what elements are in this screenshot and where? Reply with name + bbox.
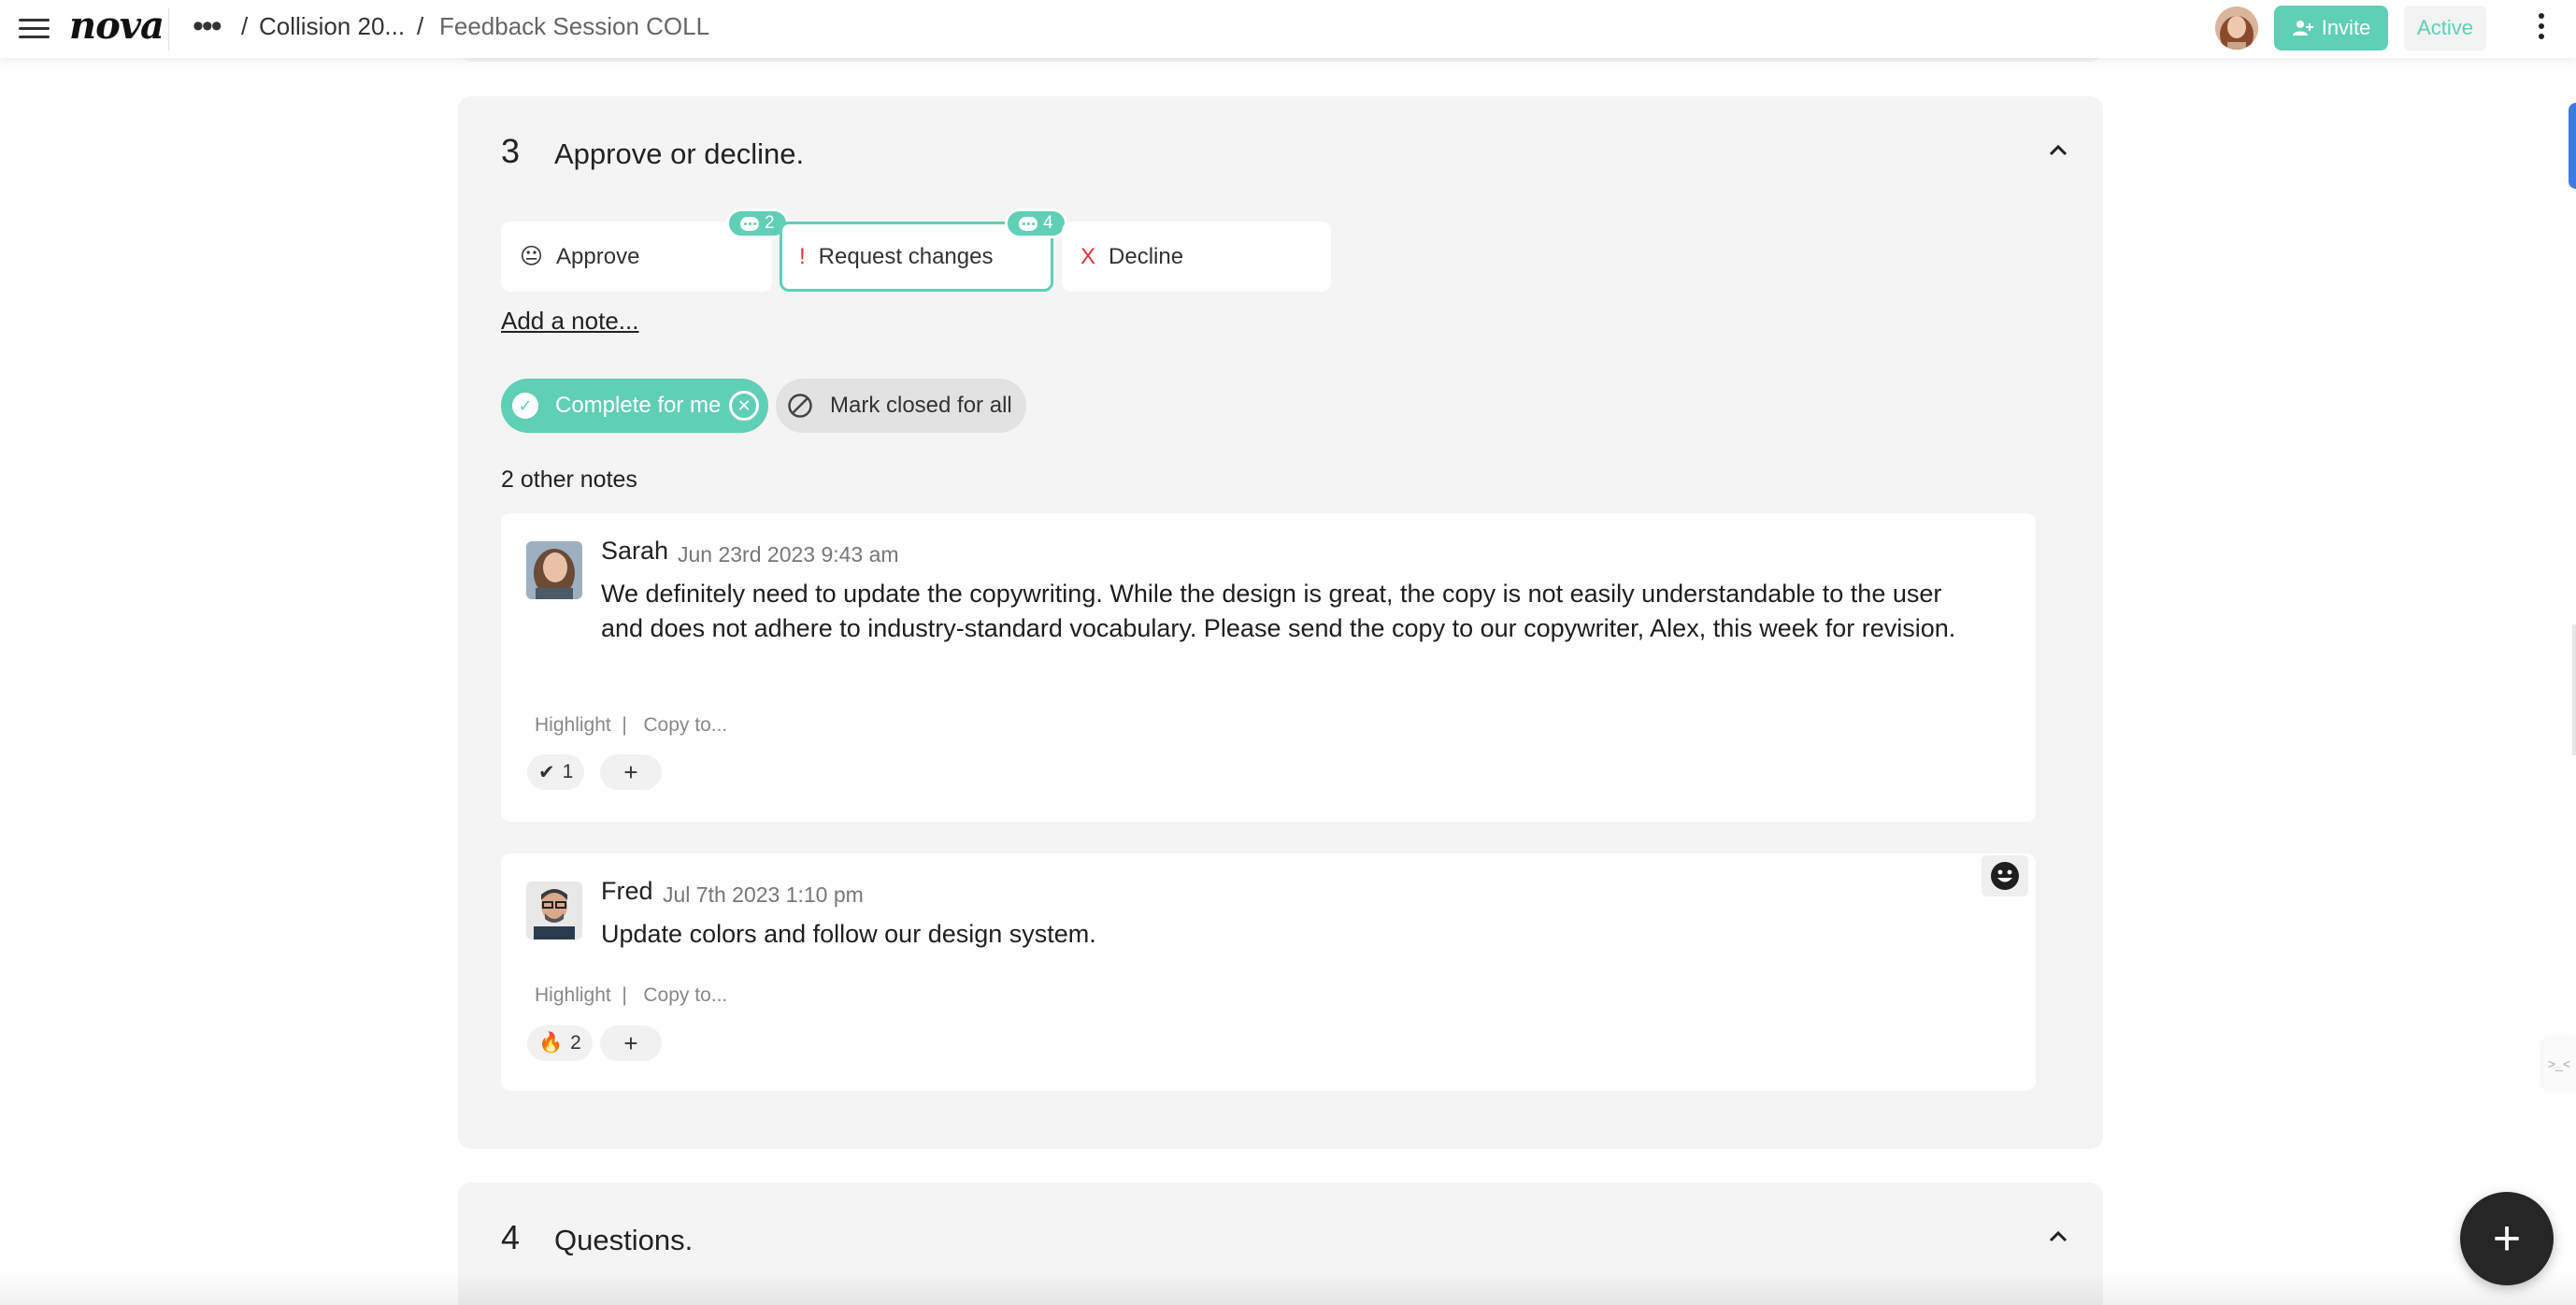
comment-icon	[740, 216, 759, 231]
comment-count: 2	[765, 213, 775, 233]
avatar	[526, 882, 582, 939]
option-label: Approve	[556, 243, 640, 269]
menu-icon[interactable]	[19, 16, 50, 40]
divider	[168, 7, 169, 50]
invite-button[interactable]: Invite	[2274, 6, 2388, 50]
section-title: Questions.	[554, 1224, 694, 1256]
breadcrumb-project[interactable]: Collision 20...	[259, 12, 405, 41]
neutral-face-icon: 😐	[520, 244, 544, 269]
collapse-chevron-icon[interactable]	[2047, 139, 2069, 162]
scroll-indicator[interactable]	[2569, 103, 2576, 189]
comment-count: 4	[1043, 213, 1053, 233]
reaction-chip[interactable]: 🔥 2	[527, 1025, 593, 1061]
ban-icon	[788, 394, 812, 418]
option-label: Decline	[1109, 243, 1184, 269]
smiley-icon	[1991, 862, 2019, 890]
comment-count-badge[interactable]: 4	[1005, 208, 1067, 238]
add-reaction-button[interactable]: +	[600, 754, 662, 790]
fire-icon: 🔥	[538, 1032, 564, 1054]
option-label: Request changes	[818, 243, 994, 269]
copy-to-link[interactable]: Copy to...	[643, 714, 727, 736]
add-user-icon	[2292, 21, 2313, 36]
note-card: Fred Jul 7th 2023 1:10 pm Update colors …	[501, 853, 2036, 1091]
app-logo[interactable]: nova	[69, 4, 165, 48]
actions-separator: |	[622, 984, 627, 1006]
add-fab-button[interactable]: +	[2460, 1192, 2554, 1285]
close-icon[interactable]: ✕	[729, 391, 759, 421]
comment-icon	[1019, 216, 1038, 231]
section-number: 3	[501, 132, 521, 170]
note-timestamp: Jul 7th 2023 1:10 pm	[663, 882, 864, 907]
collapse-chevron-icon[interactable]	[2047, 1226, 2069, 1248]
section-approve-decline: 3 Approve or decline. 😐 Approve 2 ! Requ…	[458, 96, 2103, 1149]
highlight-link[interactable]: Highlight	[535, 714, 611, 736]
actions-separator: |	[622, 714, 627, 736]
note-author: Sarah	[601, 537, 669, 565]
breadcrumb-current: Feedback Session COLL	[439, 12, 710, 40]
note-actions: Highlight | Copy to...	[535, 714, 727, 737]
reaction-count: 2	[570, 1032, 581, 1054]
check-icon: ✓	[512, 393, 538, 419]
side-panel-tab[interactable]: >_<	[2542, 1038, 2576, 1090]
user-avatar[interactable]	[2215, 7, 2258, 50]
note-author: Fred	[601, 877, 653, 905]
note-body: We definitely need to update the copywri…	[601, 580, 1956, 642]
add-reaction-button[interactable]: +	[600, 1025, 662, 1061]
more-options-icon[interactable]: •••	[193, 10, 222, 42]
section-number: 4	[501, 1218, 521, 1256]
reaction-chip[interactable]: ✔ 1	[527, 754, 585, 790]
note-body: Update colors and follow our design syst…	[601, 920, 1096, 948]
exclamation-icon: !	[799, 243, 806, 269]
section-title: Approve or decline.	[554, 137, 805, 170]
avatar	[526, 541, 582, 599]
highlight-link[interactable]: Highlight	[535, 984, 611, 1006]
complete-label: Complete for me	[555, 393, 722, 418]
copy-to-link[interactable]: Copy to...	[643, 984, 727, 1006]
decline-option[interactable]: X Decline	[1062, 222, 1331, 292]
x-icon: X	[1080, 243, 1096, 269]
complete-for-me-button[interactable]: ✓ Complete for me ✕	[501, 379, 768, 433]
reaction-count: 1	[562, 761, 574, 782]
breadcrumb-separator: /	[417, 12, 424, 40]
emoji-picker-icon[interactable]	[1982, 855, 2028, 896]
note-timestamp: Jun 23rd 2023 9:43 am	[678, 542, 899, 566]
kebab-menu-icon[interactable]	[2537, 13, 2546, 45]
note-card: Sarah Jun 23rd 2023 9:43 am We definitel…	[501, 513, 2036, 822]
add-note-link[interactable]: Add a note...	[501, 307, 638, 336]
mark-closed-button[interactable]: Mark closed for all	[776, 379, 1026, 433]
status-badge[interactable]: Active	[2404, 6, 2486, 50]
section-questions: 4 Questions.	[458, 1183, 2103, 1305]
mark-closed-label: Mark closed for all	[830, 393, 1012, 418]
other-notes-heading: 2 other notes	[501, 466, 637, 493]
scrollbar-thumb[interactable]	[2572, 624, 2576, 755]
note-actions: Highlight | Copy to...	[535, 984, 727, 1007]
top-bar: nova ••• / Collision 20... / Feedback Se…	[0, 0, 2576, 58]
breadcrumb-separator: /	[241, 12, 249, 40]
invite-label: Invite	[2321, 16, 2371, 39]
checkmark-icon: ✔	[538, 761, 555, 783]
